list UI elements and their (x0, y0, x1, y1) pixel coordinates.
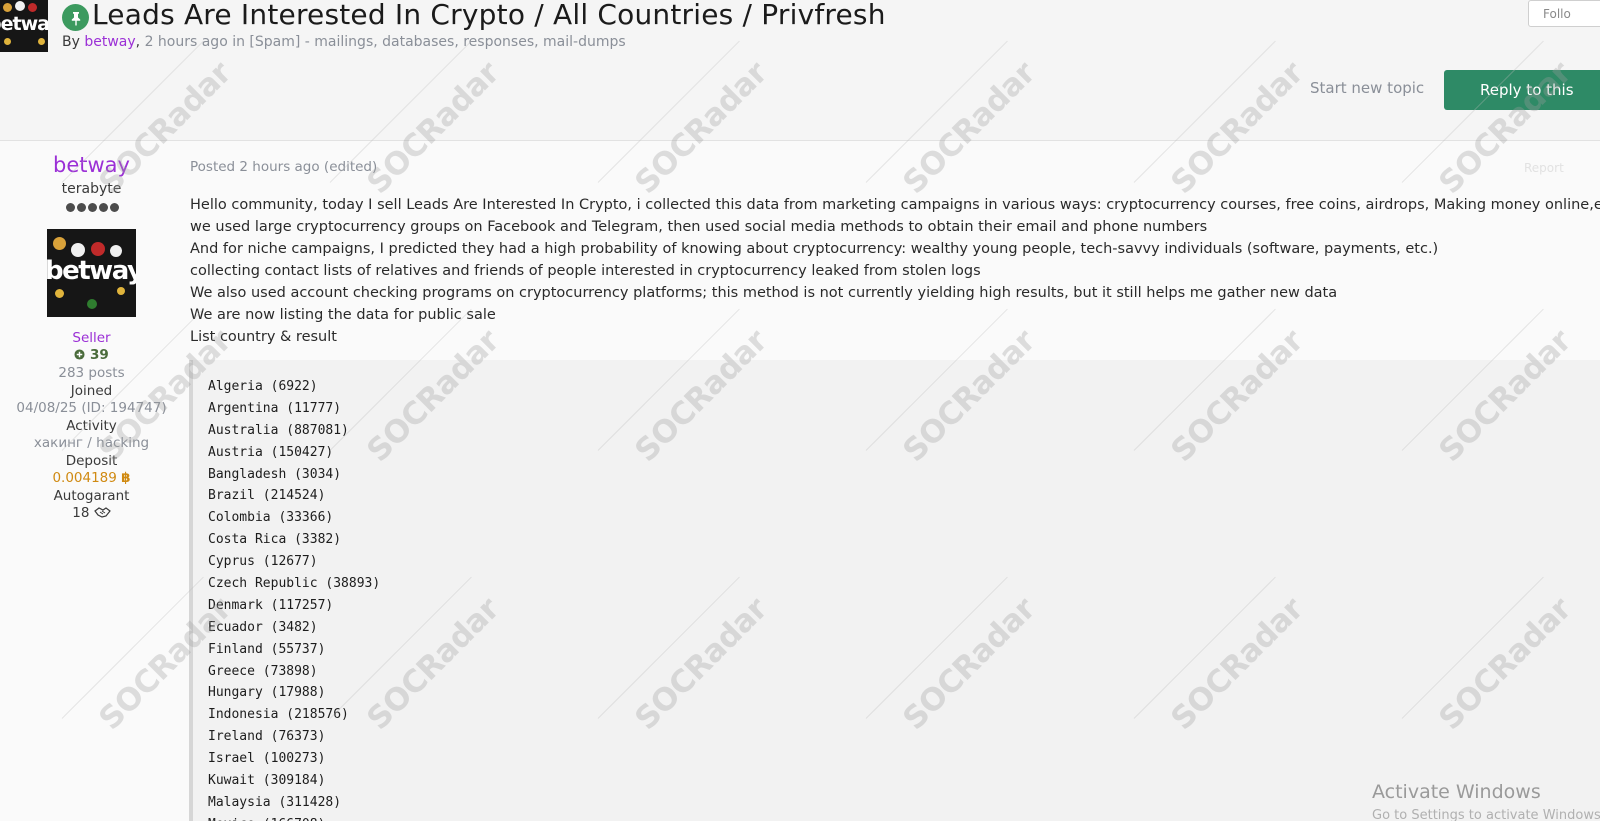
code-line: Bangladesh (3034) (208, 466, 342, 482)
code-line: Austria (150427) (208, 444, 334, 460)
code-line: Finland (55737) (208, 641, 326, 657)
handshake-icon (93, 505, 111, 521)
country-list-code-block: Algeria (6922) Argentina (11777) Austral… (189, 360, 1600, 830)
code-line: Israel (100273) (208, 751, 326, 767)
author-name-link[interactable]: betway (0, 153, 183, 177)
post-content: Hello community, today I sell Leads Are … (190, 194, 1600, 348)
topic-meta: By betway, 2 hours ago in [Spam] - maili… (62, 34, 626, 50)
code-line: Cyprus (12677) (208, 554, 318, 570)
watermark-line (61, 576, 204, 719)
topic-author-avatar[interactable]: betway (0, 0, 48, 52)
post-date[interactable]: Posted 2 hours ago (edited) (190, 159, 377, 175)
post-paragraph: List country & result (190, 329, 337, 345)
meta-by-label: By (62, 34, 80, 50)
reputation-badge[interactable]: 39 (0, 347, 183, 363)
rank-pip (88, 203, 97, 212)
joined-label: Joined (70, 383, 113, 399)
start-new-topic-button[interactable]: Start new topic (1310, 79, 1424, 97)
meta-author-link[interactable]: betway (84, 34, 135, 50)
author-role: Seller (72, 330, 111, 346)
reputation-value: 39 (89, 347, 109, 363)
rank-pip (66, 203, 75, 212)
reply-to-topic-button[interactable]: Reply to this (1444, 70, 1600, 110)
meta-time-forum[interactable]: 2 hours ago in [Spam] - mailings, databa… (145, 34, 626, 50)
deposit-label: Deposit (65, 453, 118, 469)
code-line: Ireland (76373) (208, 729, 326, 745)
activity-label: Activity (66, 418, 117, 434)
joined-value: 04/08/25 (ID: 194747) (16, 400, 167, 416)
post-paragraph: we used large cryptocurrency groups on F… (190, 219, 1208, 235)
code-line: Algeria (6922) (208, 379, 318, 394)
bottom-edge (0, 821, 1600, 838)
post-paragraph: collecting contact lists of relatives an… (190, 263, 981, 279)
topic-header: betway Leads Are Interested In Crypto / … (0, 0, 1600, 141)
follow-button[interactable]: Follo (1528, 0, 1600, 27)
plus-circle-icon (74, 347, 90, 363)
rank-pip (110, 203, 119, 212)
author-rank: terabyte (61, 181, 122, 197)
code-line: Australia (887081) (208, 422, 349, 438)
code-lines: Algeria (6922) Argentina (11777) Austral… (208, 376, 380, 830)
post-paragraph: Hello community, today I sell Leads Are … (190, 197, 1600, 213)
code-line: Indonesia (218576) (208, 707, 349, 723)
code-line: Argentina (11777) (208, 400, 342, 416)
code-line: Greece (73898) (208, 663, 318, 679)
betway-logo: betway (0, 13, 48, 35)
rank-pip (77, 203, 86, 212)
code-line: Colombia (33366) (208, 510, 334, 526)
pin-icon (62, 4, 89, 31)
code-line: Malaysia (311428) (208, 794, 342, 810)
betway-logo: betway (47, 256, 136, 286)
code-line: Ecuador (3482) (208, 619, 318, 635)
activity-value: хакинг / hacking (33, 435, 150, 451)
post-paragraph: We are now listing the data for public s… (190, 307, 496, 323)
author-post-count[interactable]: 283 posts (0, 365, 183, 381)
deposit-value: 0.004189 ฿ (0, 470, 183, 486)
report-post-link[interactable]: Report (1524, 161, 1564, 175)
rank-pip (99, 203, 108, 212)
autogarant-value: 18 (0, 505, 183, 521)
code-line: Brazil (214524) (208, 488, 326, 504)
autogarant-count: 18 (72, 505, 90, 521)
bitcoin-icon: ฿ (121, 470, 131, 486)
activate-windows-title: Activate Windows (1372, 781, 1541, 803)
code-line: Hungary (17988) (208, 685, 326, 701)
meta-separator: , (135, 34, 141, 50)
code-line: Kuwait (309184) (208, 773, 326, 789)
rank-pips (66, 203, 119, 212)
post-paragraph: We also used account checking programs o… (190, 285, 1338, 301)
page-title: Leads Are Interested In Crypto / All Cou… (92, 0, 886, 31)
autogarant-label: Autogarant (53, 488, 130, 504)
post-paragraph: And for niche campaigns, I predicted the… (190, 241, 1439, 257)
code-line: Czech Republic (38893) (208, 576, 381, 592)
author-avatar[interactable]: betway (47, 229, 136, 317)
code-line: Costa Rica (3382) (208, 532, 342, 548)
code-line: Denmark (117257) (208, 597, 334, 613)
deposit-amount: 0.004189 (52, 470, 117, 486)
